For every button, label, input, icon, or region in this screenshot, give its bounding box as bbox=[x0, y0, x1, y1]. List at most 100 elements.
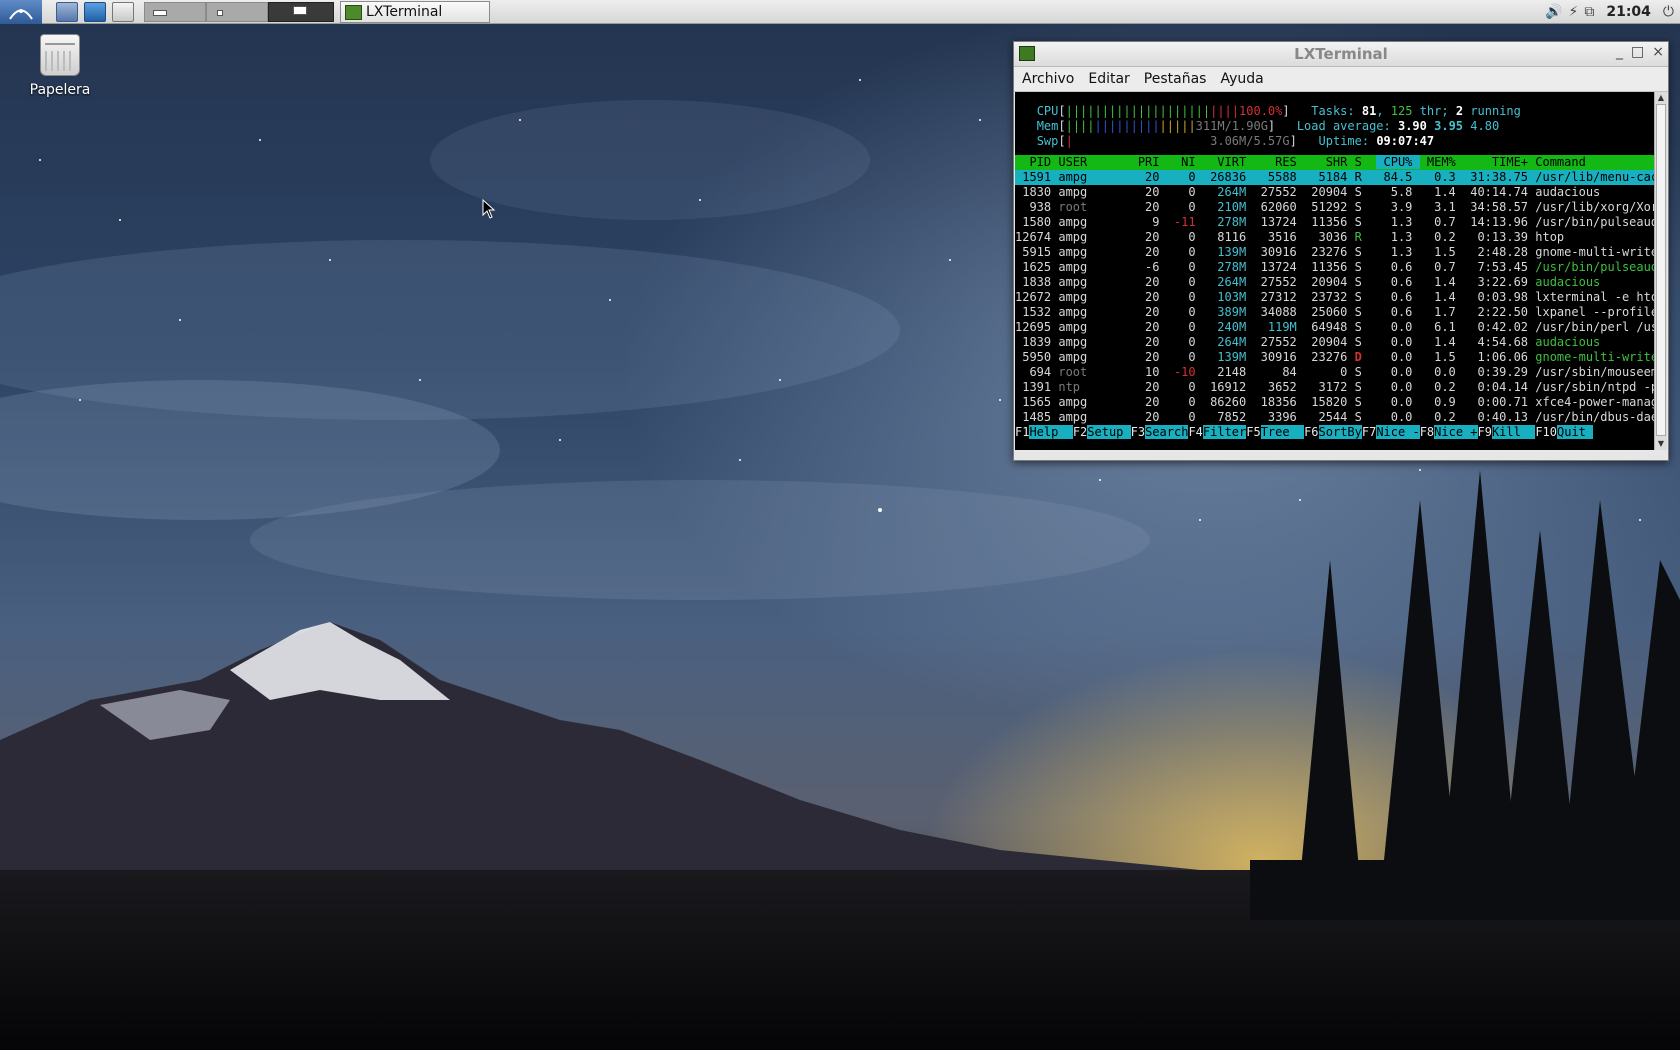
process-time: 0:04.14 bbox=[1463, 380, 1536, 394]
power-icon[interactable]: ⏻ bbox=[1663, 4, 1674, 20]
process-time: 2:22.50 bbox=[1463, 305, 1536, 319]
process-pri: 20 bbox=[1130, 305, 1167, 319]
process-row[interactable]: 1485 ampg 20 0 7852 3396 2544 S 0.0 0.2 … bbox=[1015, 410, 1655, 425]
process-shr: 20904 bbox=[1304, 275, 1355, 289]
close-button[interactable]: × bbox=[1652, 44, 1664, 60]
top-panel: LXTerminal 🔊 ⚡ ⧉ 21:04 ⏻ bbox=[0, 0, 1680, 24]
process-time: 4:54.68 bbox=[1463, 335, 1536, 349]
desktop-trash[interactable]: Papelera bbox=[18, 34, 102, 98]
process-pri: -6 bbox=[1130, 260, 1167, 274]
browser-icon[interactable] bbox=[84, 2, 106, 22]
window-titlebar[interactable]: LXTerminal _ □ × bbox=[1014, 42, 1668, 67]
process-virt: 210M bbox=[1202, 200, 1254, 214]
fkey-f4: F4 bbox=[1188, 425, 1203, 439]
process-row[interactable]: 5915 ampg 20 0 139M 30916 23276 S 1.3 1.… bbox=[1015, 245, 1655, 260]
battery-icon[interactable]: ⚡ bbox=[1569, 4, 1579, 20]
menu-archivo[interactable]: Archivo bbox=[1022, 71, 1074, 87]
process-user: ampg bbox=[1058, 305, 1131, 319]
process-res: 27312 bbox=[1253, 290, 1305, 304]
scrollbar-thumb[interactable] bbox=[1656, 104, 1666, 436]
process-time: 3:22.69 bbox=[1463, 275, 1536, 289]
fkey-label-f4[interactable]: Filter bbox=[1202, 425, 1247, 439]
process-row[interactable]: 1591 ampg 20 0 26836 5588 5184 R 84.5 0.… bbox=[1015, 170, 1655, 185]
process-virt: 240M bbox=[1202, 320, 1254, 334]
process-cpu: 0.0 bbox=[1376, 365, 1420, 379]
process-s: S bbox=[1354, 185, 1377, 199]
window-title: LXTerminal bbox=[1294, 45, 1388, 63]
fkey-label-f5[interactable]: Tree bbox=[1260, 425, 1305, 439]
process-row[interactable]: 1580 ampg 9 -11 278M 13724 11356 S 1.3 0… bbox=[1015, 215, 1655, 230]
clock[interactable]: 21:04 bbox=[1606, 4, 1651, 20]
terminal-body[interactable]: CPU[||||||||||||||||||||||||100.0%] Task… bbox=[1015, 92, 1655, 450]
process-row[interactable]: 12672 ampg 20 0 103M 27312 23732 S 0.6 1… bbox=[1015, 290, 1655, 305]
process-res: 62060 bbox=[1253, 200, 1305, 214]
process-row[interactable]: 1839 ampg 20 0 264M 27552 20904 S 0.0 1.… bbox=[1015, 335, 1655, 350]
process-cmd: xfce4-power-manag bbox=[1535, 395, 1655, 409]
process-res: 3396 bbox=[1253, 410, 1305, 424]
file-manager-icon[interactable] bbox=[56, 2, 78, 22]
process-pri: 20 bbox=[1130, 410, 1167, 424]
process-user: ampg bbox=[1058, 290, 1131, 304]
process-time: 40:14.74 bbox=[1463, 185, 1536, 199]
menu-icon[interactable] bbox=[0, 0, 42, 24]
process-cmd: /usr/bin/pulseaud bbox=[1535, 215, 1655, 229]
scroll-up-icon[interactable]: ▲ bbox=[1655, 92, 1667, 104]
process-row[interactable]: 5950 ampg 20 0 139M 30916 23276 D 0.0 1.… bbox=[1015, 350, 1655, 365]
process-time: 0:42.02 bbox=[1463, 320, 1536, 334]
process-res: 3516 bbox=[1253, 230, 1305, 244]
workspace-2[interactable] bbox=[206, 2, 268, 22]
process-mem: 1.5 bbox=[1419, 245, 1463, 259]
process-row[interactable]: 1532 ampg 20 0 389M 34088 25060 S 0.6 1.… bbox=[1015, 305, 1655, 320]
process-row[interactable]: 1565 ampg 20 0 86260 18356 15820 S 0.0 0… bbox=[1015, 395, 1655, 410]
process-ni: 0 bbox=[1166, 320, 1203, 334]
fkey-label-f1[interactable]: Help bbox=[1029, 425, 1073, 439]
menu-ayuda[interactable]: Ayuda bbox=[1220, 71, 1263, 87]
volume-icon[interactable]: 🔊 bbox=[1545, 4, 1562, 20]
minimize-button[interactable]: _ bbox=[1616, 44, 1623, 60]
process-s: S bbox=[1354, 290, 1377, 304]
process-res: 13724 bbox=[1253, 260, 1305, 274]
column-header-pid: PID bbox=[1015, 155, 1059, 169]
process-pid: 1391 bbox=[1015, 380, 1059, 394]
taskbar-title: LXTerminal bbox=[366, 4, 443, 20]
fkey-label-f3[interactable]: Search bbox=[1145, 425, 1189, 439]
process-user: ampg bbox=[1058, 410, 1131, 424]
process-shr: 23276 bbox=[1304, 350, 1355, 364]
workspace-1[interactable] bbox=[144, 2, 206, 22]
process-table-header[interactable]: PID USER PRI NI VIRT RES SHR S CPU% MEM%… bbox=[1015, 155, 1655, 170]
process-cmd: audacious bbox=[1535, 335, 1655, 349]
process-ni: 0 bbox=[1166, 185, 1203, 199]
fkey-label-f7[interactable]: Nice - bbox=[1376, 425, 1420, 439]
process-row[interactable]: 1838 ampg 20 0 264M 27552 20904 S 0.6 1.… bbox=[1015, 275, 1655, 290]
fkey-label-f8[interactable]: Nice + bbox=[1434, 425, 1478, 439]
process-s: S bbox=[1354, 200, 1377, 214]
process-pri: 20 bbox=[1130, 245, 1167, 259]
fkey-f9: F9 bbox=[1477, 425, 1492, 439]
process-s: S bbox=[1354, 410, 1377, 424]
network-icon[interactable]: ⧉ bbox=[1584, 4, 1594, 20]
process-pri: 20 bbox=[1130, 380, 1167, 394]
process-row[interactable]: 938 root 20 0 210M 62060 51292 S 3.9 3.1… bbox=[1015, 200, 1655, 215]
process-shr: 3172 bbox=[1304, 380, 1355, 394]
process-pid: 1839 bbox=[1015, 335, 1059, 349]
process-row[interactable]: 12674 ampg 20 0 8116 3516 3036 R 1.3 0.2… bbox=[1015, 230, 1655, 245]
taskbar-lxterminal-button[interactable]: LXTerminal bbox=[340, 1, 490, 23]
workspace-3[interactable] bbox=[268, 2, 334, 22]
process-row[interactable]: 1830 ampg 20 0 264M 27552 20904 S 5.8 1.… bbox=[1015, 185, 1655, 200]
terminal-icon[interactable] bbox=[112, 2, 134, 22]
process-virt: 139M bbox=[1202, 245, 1254, 259]
maximize-button[interactable]: □ bbox=[1631, 44, 1644, 60]
process-row[interactable]: 694 root 10 -10 2148 84 0 S 0.0 0.0 0:39… bbox=[1015, 365, 1655, 380]
fkey-label-f10[interactable]: Quit bbox=[1557, 425, 1594, 439]
process-row[interactable]: 1625 ampg -6 0 278M 13724 11356 S 0.6 0.… bbox=[1015, 260, 1655, 275]
fkey-label-f6[interactable]: SortBy bbox=[1318, 425, 1362, 439]
menu-pestanas[interactable]: Pestañas bbox=[1144, 71, 1207, 87]
process-row[interactable]: 12695 ampg 20 0 240M 119M 64948 S 0.0 6.… bbox=[1015, 320, 1655, 335]
process-shr: 64948 bbox=[1304, 320, 1355, 334]
fkey-label-f2[interactable]: Setup bbox=[1087, 425, 1131, 439]
terminal-scrollbar[interactable]: ▲ ▼ bbox=[1654, 92, 1667, 450]
process-row[interactable]: 1391 ntp 20 0 16912 3652 3172 S 0.0 0.2 … bbox=[1015, 380, 1655, 395]
fkey-label-f9[interactable]: Kill bbox=[1491, 425, 1536, 439]
scroll-down-icon[interactable]: ▼ bbox=[1655, 438, 1667, 450]
menu-editar[interactable]: Editar bbox=[1088, 71, 1129, 87]
